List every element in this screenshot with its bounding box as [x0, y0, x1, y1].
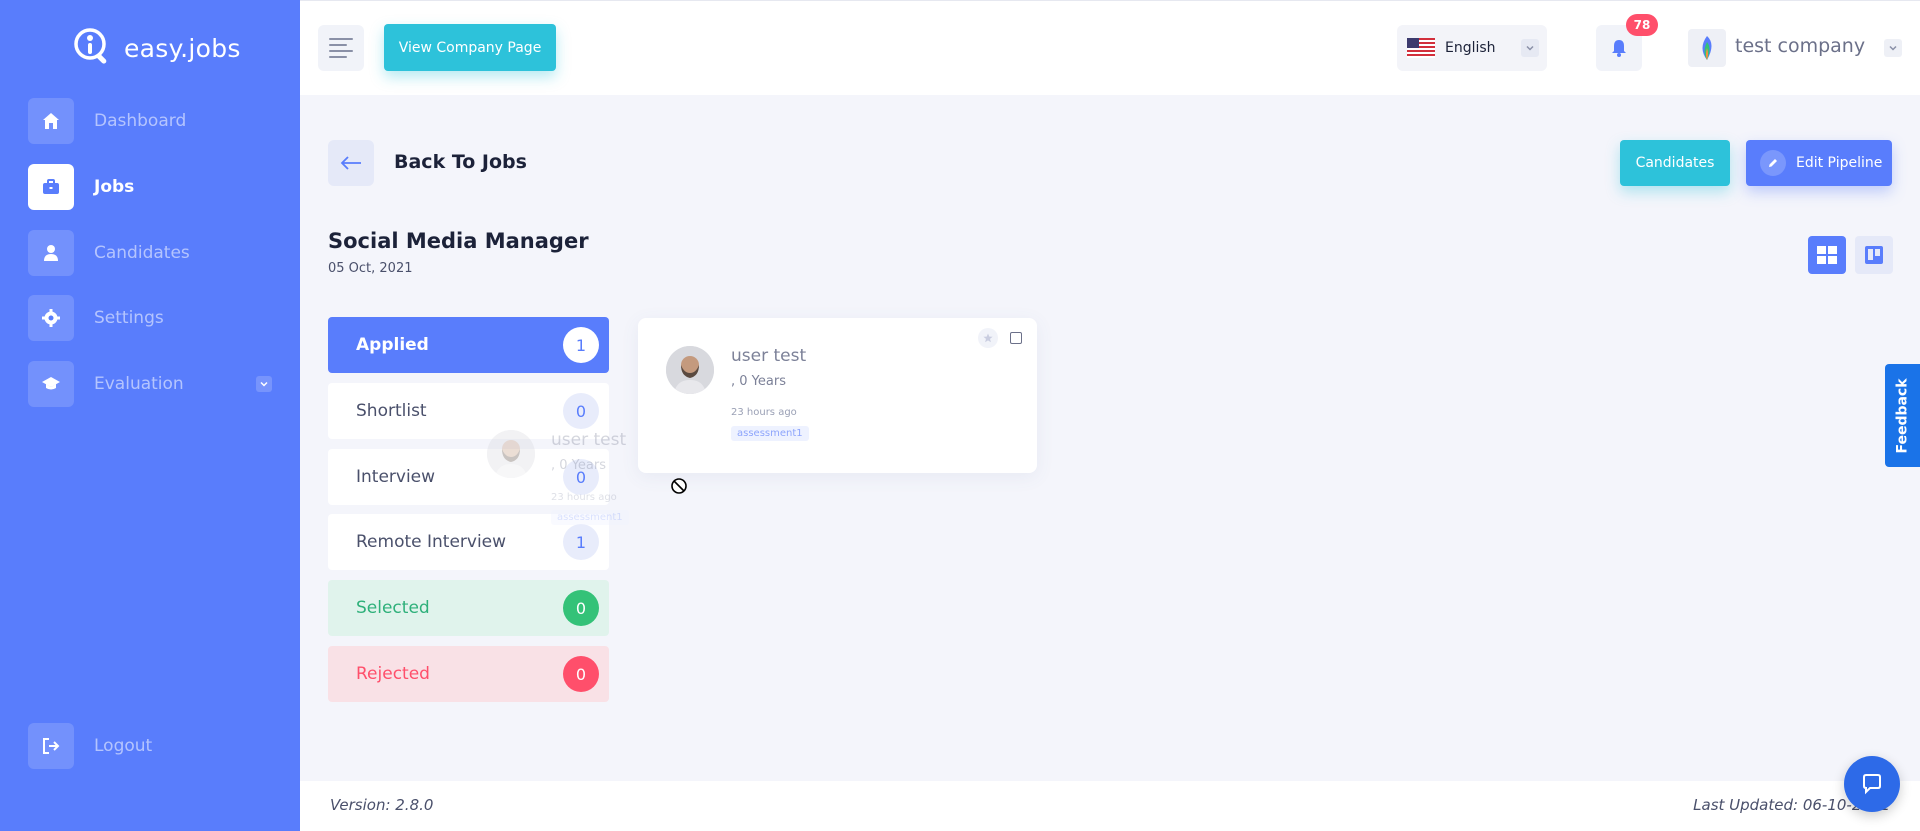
brand-name: easy.jobs [124, 33, 241, 63]
job-date: 05 Oct, 2021 [328, 261, 413, 276]
footer: Version: 2.8.0 Last Updated: 06-10-2021 [300, 781, 1920, 831]
feedback-tab[interactable]: Feedback [1885, 364, 1920, 467]
top-bar: View Company Page English 78 test compan… [300, 0, 1920, 95]
version-text: Version: 2.8.0 [330, 796, 434, 814]
logout-label: Logout [94, 736, 153, 756]
stage-label: Selected [356, 598, 430, 618]
sidebar-item-jobs[interactable]: Jobs [28, 164, 134, 210]
back-to-jobs-link[interactable]: Back To Jobs [394, 151, 527, 173]
candidate-card[interactable]: user test , 0 Years 23 hours ago assessm… [638, 318, 1037, 473]
menu-line [329, 38, 353, 40]
stage-count: 1 [563, 327, 599, 363]
sidebar-item-candidates[interactable]: Candidates [28, 230, 190, 276]
menu-line [329, 44, 347, 46]
edit-pipeline-label: Edit Pipeline [1796, 155, 1883, 171]
stage-count: 1 [563, 524, 599, 560]
brand-logo[interactable]: easy.jobs [72, 26, 241, 70]
chevron-down-icon[interactable] [1884, 39, 1902, 57]
candidate-name[interactable]: user test [731, 346, 806, 366]
sidebar: easy.jobs Dashboard Jobs Candidates Sett… [0, 0, 300, 831]
stage-selected[interactable]: Selected 0 [328, 580, 609, 636]
stage-label: Interview [356, 467, 436, 487]
stage-count: 0 [563, 656, 599, 692]
menu-line [329, 56, 347, 58]
sidebar-item-settings[interactable]: Settings [28, 295, 164, 341]
chat-support-button[interactable] [1844, 756, 1900, 812]
not-allowed-cursor-icon [671, 478, 687, 494]
candidate-checkbox[interactable] [1010, 332, 1022, 344]
star-icon[interactable] [978, 328, 998, 348]
language-select[interactable]: English [1397, 25, 1547, 71]
menu-toggle-button[interactable] [318, 25, 364, 71]
back-button[interactable] [328, 140, 374, 186]
stage-count: 0 [563, 459, 599, 495]
stage-applied[interactable]: Applied 1 [328, 317, 609, 373]
pencil-icon [1760, 150, 1786, 176]
stage-count: 0 [563, 393, 599, 429]
graduation-cap-icon [28, 361, 74, 407]
user-icon [28, 230, 74, 276]
stage-label: Remote Interview [356, 532, 507, 552]
stage-remote-interview[interactable]: Remote Interview 1 [328, 514, 609, 570]
grid-view-toggle[interactable] [1808, 236, 1846, 274]
stage-count: 0 [563, 590, 599, 626]
sidebar-item-evaluation[interactable]: Evaluation [28, 361, 278, 407]
grid-icon [1817, 246, 1837, 264]
home-icon [28, 98, 74, 144]
avatar [666, 346, 714, 394]
chat-bubble-icon [1863, 774, 1881, 795]
company-logo[interactable] [1688, 29, 1726, 67]
arrow-left-icon [340, 156, 361, 170]
chevron-down-icon[interactable] [256, 376, 272, 392]
logout-icon [28, 723, 74, 769]
sidebar-item-label: Evaluation [94, 374, 184, 394]
us-flag-icon [1407, 38, 1435, 58]
view-company-page-button[interactable]: View Company Page [384, 24, 556, 71]
feedback-label: Feedback [1894, 377, 1911, 454]
board-icon [1865, 246, 1883, 264]
stage-rejected[interactable]: Rejected 0 [328, 646, 609, 702]
candidate-experience: , 0 Years [731, 374, 786, 389]
edit-pipeline-button[interactable]: Edit Pipeline [1746, 140, 1892, 186]
job-title: Social Media Manager [328, 229, 589, 253]
sidebar-item-label: Jobs [94, 177, 135, 197]
company-logo-icon [1702, 36, 1712, 60]
chevron-down-icon [1521, 39, 1539, 57]
stage-interview[interactable]: Interview 0 [328, 449, 609, 505]
sidebar-item-label: Dashboard [94, 111, 187, 131]
candidate-applied-time: 23 hours ago [731, 407, 797, 418]
stage-shortlist[interactable]: Shortlist 0 [328, 383, 609, 439]
menu-line [329, 50, 353, 52]
notification-count-badge: 78 [1626, 14, 1658, 36]
stage-label: Rejected [356, 664, 430, 684]
company-name[interactable]: test company [1735, 35, 1865, 57]
sidebar-item-label: Candidates [94, 243, 190, 263]
gear-icon [28, 295, 74, 341]
sidebar-item-label: Settings [94, 308, 164, 328]
stage-label: Applied [356, 335, 429, 355]
candidates-button[interactable]: Candidates [1620, 140, 1730, 186]
stage-label: Shortlist [356, 401, 427, 421]
assessment-tag: assessment1 [731, 426, 809, 441]
sidebar-item-dashboard[interactable]: Dashboard [28, 98, 186, 144]
board-view-toggle[interactable] [1855, 236, 1893, 274]
language-label: English [1445, 40, 1496, 56]
logout-button[interactable]: Logout [28, 723, 152, 769]
bell-icon [1612, 40, 1626, 57]
briefcase-icon [28, 164, 74, 210]
easyjobs-logo-icon [74, 28, 107, 64]
